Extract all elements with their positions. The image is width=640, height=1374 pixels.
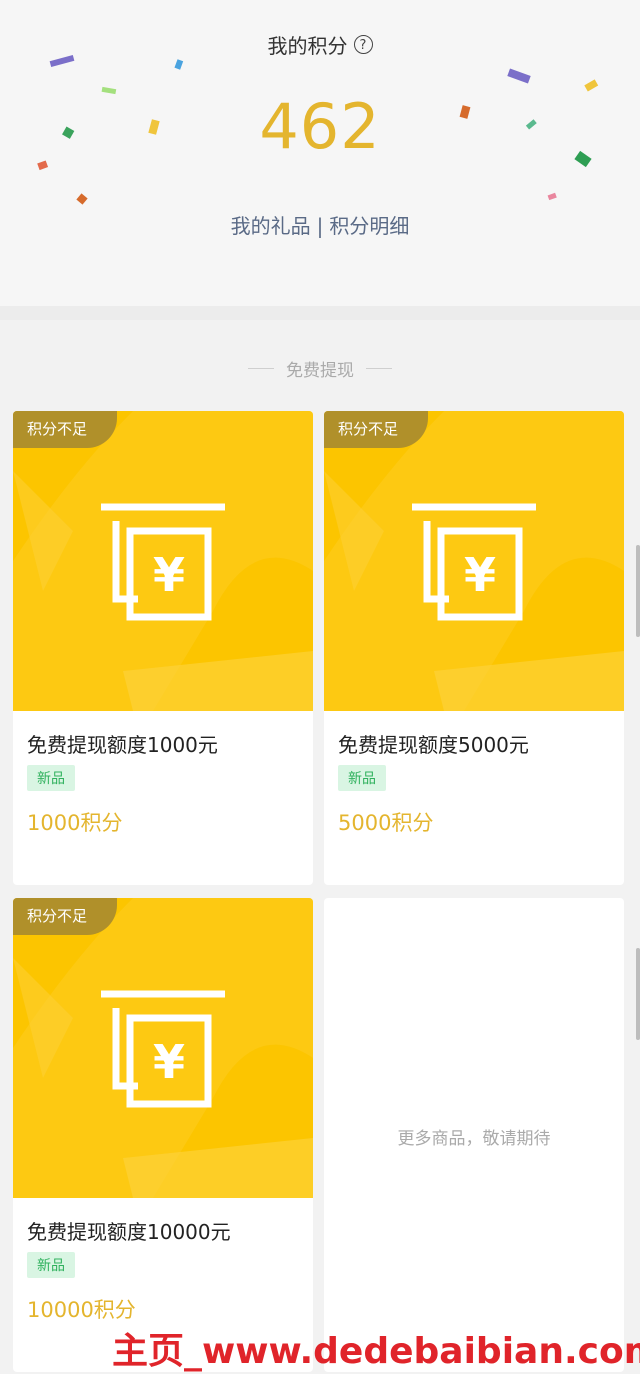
withdraw-cash-icon: ¥ [13,411,313,711]
insufficient-points-badge: 积分不足 [324,411,428,448]
svg-text:¥: ¥ [464,548,496,602]
product-price: 5000积分 [338,811,434,835]
svg-text:¥: ¥ [153,1035,185,1089]
insufficient-points-badge: 积分不足 [13,898,117,935]
link-separator: | [316,214,324,238]
product-name: 免费提现额度1000元 [27,733,218,757]
withdraw-cash-icon: ¥ [324,411,624,711]
points-value: 462 [259,90,381,163]
divider-line-left [248,368,274,369]
coming-soon-text: 更多商品，敬请期待 [397,1129,551,1149]
coming-soon-card: 更多商品，敬请期待 [324,898,624,1372]
product-price: 1000积分 [27,811,123,835]
product-image: ¥ 积分不足 [13,898,313,1198]
divider-line-right [366,368,392,369]
product-name: 免费提现额度5000元 [338,733,529,757]
points-title-row: 我的积分 ? [0,30,640,59]
product-card[interactable]: ¥ 积分不足 免费提现额度1000元 新品 1000积分 [13,411,313,885]
section-header: 免费提现 [0,356,640,381]
scrollbar[interactable] [636,948,640,1040]
svg-text:¥: ¥ [153,548,185,602]
new-tag: 新品 [338,765,386,791]
page-title: 我的积分 [267,34,348,58]
product-price: 10000积分 [27,1298,136,1322]
scrollbar[interactable] [636,545,640,637]
section-title: 免费提现 [286,361,354,381]
withdraw-cash-icon: ¥ [13,898,313,1198]
product-card[interactable]: ¥ 积分不足 免费提现额度5000元 新品 5000积分 [324,411,624,885]
help-icon[interactable]: ? [353,35,373,54]
points-detail-link[interactable]: 积分明细 [329,214,409,238]
my-gifts-link[interactable]: 我的礼品 [231,214,311,238]
section-divider [0,306,640,320]
product-name: 免费提现额度10000元 [27,1220,231,1244]
product-image: ¥ 积分不足 [324,411,624,711]
points-header: 我的积分 ? 462 我的礼品 | 积分明细 [0,0,640,306]
product-image: ¥ 积分不足 [13,411,313,711]
product-card[interactable]: ¥ 积分不足 免费提现额度10000元 新品 10000积分 [13,898,313,1372]
new-tag: 新品 [27,1252,75,1278]
insufficient-points-badge: 积分不足 [13,411,117,448]
new-tag: 新品 [27,765,75,791]
header-links: 我的礼品 | 积分明细 [0,210,640,239]
watermark: 主页_www.dedebaibian.com [112,1331,640,1372]
